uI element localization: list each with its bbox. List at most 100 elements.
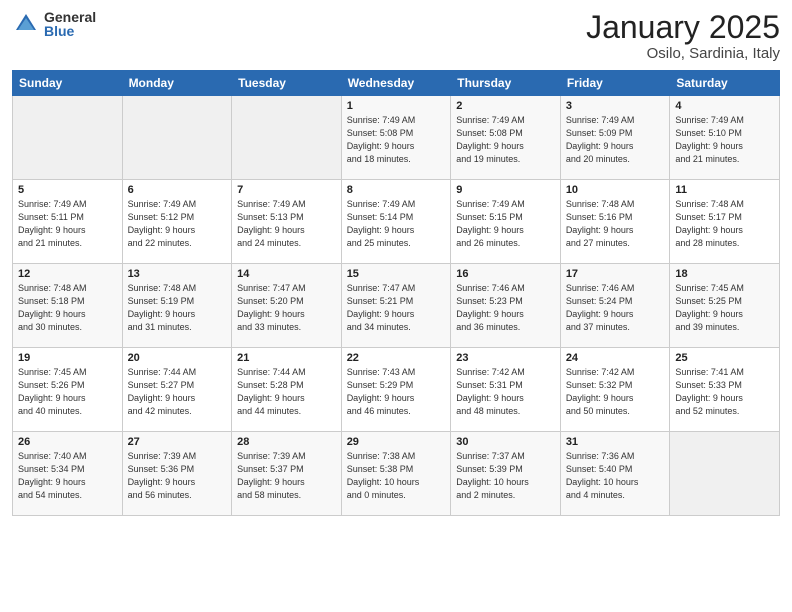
col-tuesday: Tuesday — [232, 71, 342, 96]
day-info: Sunrise: 7:39 AM Sunset: 5:36 PM Dayligh… — [128, 450, 227, 502]
day-info: Sunrise: 7:45 AM Sunset: 5:25 PM Dayligh… — [675, 282, 774, 334]
calendar-cell: 5Sunrise: 7:49 AM Sunset: 5:11 PM Daylig… — [13, 180, 123, 264]
calendar-cell: 8 Sunrise: 7:49 AM Sunset: 5:14 PM Daylig… — [341, 180, 451, 264]
title-block: January 2025 Osilo, Sardinia, Italy — [586, 10, 780, 62]
day-number: 4 — [675, 100, 774, 112]
day-number: 28 — [237, 436, 336, 448]
calendar-cell: 20Sunrise: 7:44 AM Sunset: 5:27 PM Dayli… — [122, 348, 232, 432]
month-title: January 2025 — [586, 10, 780, 45]
day-number: 8 — [347, 184, 446, 196]
day-number: 19 — [18, 352, 117, 364]
logo-text: General Blue — [44, 10, 96, 38]
col-wednesday: Wednesday — [341, 71, 451, 96]
day-info: Sunrise: 7:39 AM Sunset: 5:37 PM Dayligh… — [237, 450, 336, 502]
day-info: Sunrise: 7:46 AM Sunset: 5:23 PM Dayligh… — [456, 282, 555, 334]
day-number: 21 — [237, 352, 336, 364]
day-info: Sunrise: 7:38 AM Sunset: 5:38 PM Dayligh… — [347, 450, 446, 502]
day-number: 20 — [128, 352, 227, 364]
calendar-cell: 25 Sunrise: 7:41 AM Sunset: 5:33 PM Dayli… — [670, 348, 780, 432]
calendar-cell: 7Sunrise: 7:49 AM Sunset: 5:13 PM Daylig… — [232, 180, 342, 264]
location-title: Osilo, Sardinia, Italy — [586, 45, 780, 62]
calendar-cell: 18Sunrise: 7:45 AM Sunset: 5:25 PM Dayli… — [670, 264, 780, 348]
day-number: 17 — [566, 268, 665, 280]
day-info: Sunrise: 7:43 AM Sunset: 5:29 PM Dayligh… — [347, 366, 446, 418]
calendar-cell: 22 Sunrise: 7:43 AM Sunset: 5:29 PM Dayli… — [341, 348, 451, 432]
day-info: Sunrise: 7:48 AM Sunset: 5:17 PM Dayligh… — [675, 198, 774, 250]
day-number: 3 — [566, 100, 665, 112]
day-number: 25 — [675, 352, 774, 364]
day-number: 24 — [566, 352, 665, 364]
calendar-cell: 21 Sunrise: 7:44 AM Sunset: 5:28 PM Dayli… — [232, 348, 342, 432]
day-number: 29 — [347, 436, 446, 448]
calendar-week-4: 19 Sunrise: 7:45 AM Sunset: 5:26 PM Dayli… — [13, 348, 780, 432]
calendar-cell — [670, 432, 780, 516]
calendar-cell: 4 Sunrise: 7:49 AM Sunset: 5:10 PM Daylig… — [670, 96, 780, 180]
day-number: 10 — [566, 184, 665, 196]
calendar-cell: 27 Sunrise: 7:39 AM Sunset: 5:36 PM Dayli… — [122, 432, 232, 516]
day-info: Sunrise: 7:42 AM Sunset: 5:32 PM Dayligh… — [566, 366, 665, 418]
calendar-cell: 15Sunrise: 7:47 AM Sunset: 5:21 PM Dayli… — [341, 264, 451, 348]
day-number: 1 — [347, 100, 446, 112]
day-info: Sunrise: 7:46 AM Sunset: 5:24 PM Dayligh… — [566, 282, 665, 334]
calendar-week-1: 1Sunrise: 7:49 AM Sunset: 5:08 PM Daylig… — [13, 96, 780, 180]
day-number: 26 — [18, 436, 117, 448]
col-saturday: Saturday — [670, 71, 780, 96]
calendar-cell: 1Sunrise: 7:49 AM Sunset: 5:08 PM Daylig… — [341, 96, 451, 180]
day-number: 16 — [456, 268, 555, 280]
day-info: Sunrise: 7:36 AM Sunset: 5:40 PM Dayligh… — [566, 450, 665, 502]
day-info: Sunrise: 7:47 AM Sunset: 5:21 PM Dayligh… — [347, 282, 446, 334]
calendar-cell: 9Sunrise: 7:49 AM Sunset: 5:15 PM Daylig… — [451, 180, 561, 264]
day-number: 31 — [566, 436, 665, 448]
calendar-table: Sunday Monday Tuesday Wednesday Thursday… — [12, 70, 780, 516]
calendar-cell: 28 Sunrise: 7:39 AM Sunset: 5:37 PM Dayli… — [232, 432, 342, 516]
calendar-cell: 29 Sunrise: 7:38 AM Sunset: 5:38 PM Dayli… — [341, 432, 451, 516]
col-sunday: Sunday — [13, 71, 123, 96]
day-info: Sunrise: 7:41 AM Sunset: 5:33 PM Dayligh… — [675, 366, 774, 418]
day-number: 23 — [456, 352, 555, 364]
day-info: Sunrise: 7:37 AM Sunset: 5:39 PM Dayligh… — [456, 450, 555, 502]
day-info: Sunrise: 7:49 AM Sunset: 5:13 PM Dayligh… — [237, 198, 336, 250]
day-number: 2 — [456, 100, 555, 112]
logo-icon — [12, 10, 40, 38]
day-number: 27 — [128, 436, 227, 448]
calendar-cell — [13, 96, 123, 180]
page-container: General Blue January 2025 Osilo, Sardini… — [0, 0, 792, 612]
calendar-week-5: 26Sunrise: 7:40 AM Sunset: 5:34 PM Dayli… — [13, 432, 780, 516]
calendar-cell: 31 Sunrise: 7:36 AM Sunset: 5:40 PM Dayli… — [560, 432, 670, 516]
calendar-cell: 23 Sunrise: 7:42 AM Sunset: 5:31 PM Dayli… — [451, 348, 561, 432]
calendar-cell: 19 Sunrise: 7:45 AM Sunset: 5:26 PM Dayli… — [13, 348, 123, 432]
calendar-cell: 6 Sunrise: 7:49 AM Sunset: 5:12 PM Daylig… — [122, 180, 232, 264]
day-info: Sunrise: 7:49 AM Sunset: 5:12 PM Dayligh… — [128, 198, 227, 250]
calendar-cell: 24 Sunrise: 7:42 AM Sunset: 5:32 PM Dayli… — [560, 348, 670, 432]
calendar-cell: 2Sunrise: 7:49 AM Sunset: 5:08 PM Daylig… — [451, 96, 561, 180]
logo-blue-text: Blue — [44, 24, 96, 38]
calendar-cell: 30 Sunrise: 7:37 AM Sunset: 5:39 PM Dayli… — [451, 432, 561, 516]
calendar-cell: 17 Sunrise: 7:46 AM Sunset: 5:24 PM Dayli… — [560, 264, 670, 348]
day-info: Sunrise: 7:42 AM Sunset: 5:31 PM Dayligh… — [456, 366, 555, 418]
day-number: 6 — [128, 184, 227, 196]
day-info: Sunrise: 7:49 AM Sunset: 5:11 PM Dayligh… — [18, 198, 117, 250]
calendar-cell: 12Sunrise: 7:48 AM Sunset: 5:18 PM Dayli… — [13, 264, 123, 348]
day-number: 22 — [347, 352, 446, 364]
day-number: 13 — [128, 268, 227, 280]
header: General Blue January 2025 Osilo, Sardini… — [12, 10, 780, 62]
calendar-cell: 16 Sunrise: 7:46 AM Sunset: 5:23 PM Dayli… — [451, 264, 561, 348]
logo: General Blue — [12, 10, 96, 38]
day-number: 14 — [237, 268, 336, 280]
day-info: Sunrise: 7:48 AM Sunset: 5:19 PM Dayligh… — [128, 282, 227, 334]
calendar-cell: 14 Sunrise: 7:47 AM Sunset: 5:20 PM Dayli… — [232, 264, 342, 348]
calendar-header-row: Sunday Monday Tuesday Wednesday Thursday… — [13, 71, 780, 96]
day-number: 11 — [675, 184, 774, 196]
day-number: 30 — [456, 436, 555, 448]
calendar-cell: 26Sunrise: 7:40 AM Sunset: 5:34 PM Dayli… — [13, 432, 123, 516]
day-info: Sunrise: 7:45 AM Sunset: 5:26 PM Dayligh… — [18, 366, 117, 418]
day-info: Sunrise: 7:49 AM Sunset: 5:10 PM Dayligh… — [675, 114, 774, 166]
day-info: Sunrise: 7:48 AM Sunset: 5:16 PM Dayligh… — [566, 198, 665, 250]
calendar-cell — [122, 96, 232, 180]
day-info: Sunrise: 7:44 AM Sunset: 5:28 PM Dayligh… — [237, 366, 336, 418]
col-thursday: Thursday — [451, 71, 561, 96]
day-info: Sunrise: 7:47 AM Sunset: 5:20 PM Dayligh… — [237, 282, 336, 334]
day-number: 9 — [456, 184, 555, 196]
day-info: Sunrise: 7:49 AM Sunset: 5:14 PM Dayligh… — [347, 198, 446, 250]
col-monday: Monday — [122, 71, 232, 96]
